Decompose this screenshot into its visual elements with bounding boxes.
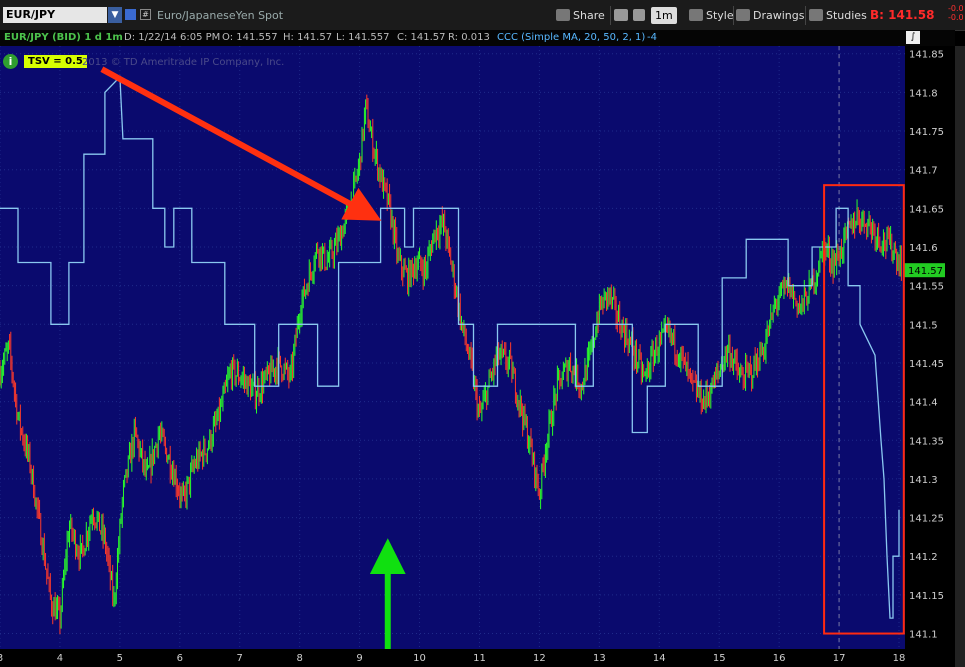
x-tick-label: 10 bbox=[413, 653, 426, 664]
y-tick-label: 141.8 bbox=[909, 88, 938, 99]
y-tick-label: 141.1 bbox=[909, 630, 938, 641]
x-tick-label: 11 bbox=[473, 653, 486, 664]
y-tick-label: 141.25 bbox=[909, 514, 944, 525]
x-tick-label: 13 bbox=[593, 653, 606, 664]
info-icon[interactable]: i bbox=[3, 54, 18, 69]
copyright-text: 2013 © TD Ameritrade IP Company, Inc. bbox=[82, 57, 285, 68]
right-sidebar[interactable] bbox=[955, 46, 965, 667]
x-tick-label: 16 bbox=[773, 653, 786, 664]
x-tick-label: 6 bbox=[177, 653, 183, 664]
last-price-label: 141.57 bbox=[908, 266, 943, 277]
y-tick-label: 141.65 bbox=[909, 204, 944, 215]
y-tick-label: 141.4 bbox=[909, 398, 938, 409]
y-tick-label: 141.75 bbox=[909, 127, 944, 138]
x-tick-label: 7 bbox=[237, 653, 243, 664]
tsv-label: TSV = 0.5 bbox=[24, 55, 87, 68]
y-tick-label: 141.7 bbox=[909, 166, 938, 177]
price-chart[interactable]: 141.85141.8141.75141.7141.65141.6141.551… bbox=[0, 0, 955, 667]
x-tick-label: 14 bbox=[653, 653, 666, 664]
y-tick-label: 141.3 bbox=[909, 475, 938, 486]
x-tick-label: 12 bbox=[533, 653, 546, 664]
y-tick-label: 141.55 bbox=[909, 282, 944, 293]
y-tick-label: 141.6 bbox=[909, 243, 938, 254]
y-tick-label: 141.5 bbox=[909, 320, 938, 331]
x-tick-label: 17 bbox=[833, 653, 846, 664]
y-tick-label: 141.2 bbox=[909, 552, 938, 563]
x-tick-label: 18 bbox=[893, 653, 906, 664]
x-tick-label: 9 bbox=[356, 653, 362, 664]
y-tick-label: 141.45 bbox=[909, 359, 944, 370]
x-tick-label: 15 bbox=[713, 653, 726, 664]
plot-background bbox=[0, 46, 905, 649]
x-tick-label: 4 bbox=[57, 653, 63, 664]
y-tick-label: 141.35 bbox=[909, 436, 944, 447]
y-tick-label: 141.85 bbox=[909, 50, 944, 61]
y-tick-label: 141.15 bbox=[909, 591, 944, 602]
x-tick-label: 5 bbox=[117, 653, 123, 664]
x-tick-label: 3 bbox=[0, 653, 3, 664]
x-tick-label: 8 bbox=[296, 653, 302, 664]
